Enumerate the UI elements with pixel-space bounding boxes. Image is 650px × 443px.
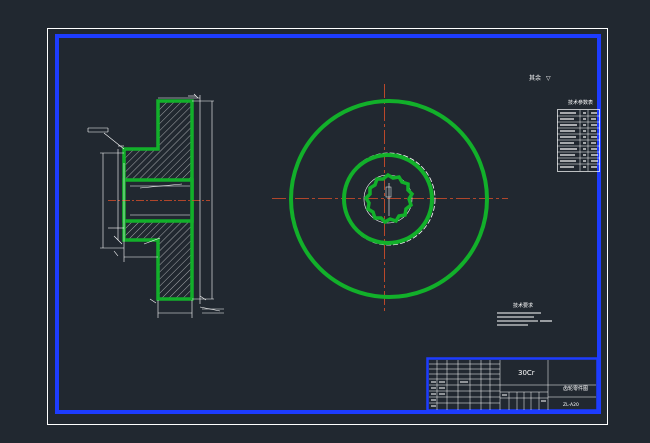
technical-requirements[interactable]: 技术要求 bbox=[497, 302, 552, 326]
roughness-note: 其余 ▽ bbox=[529, 74, 551, 82]
material-label: 30Cr bbox=[518, 369, 535, 377]
part-name-label: 齿轮零件图 bbox=[563, 385, 588, 392]
roughness-note-text: 其余 bbox=[529, 74, 541, 82]
parameter-table-title: 技术参数表 bbox=[568, 99, 593, 106]
gear-section-view[interactable] bbox=[87, 93, 224, 318]
drawing-number-label: ZL-A20 bbox=[563, 402, 579, 408]
title-block[interactable]: 30Cr 齿轮零件图 ZL-A20 bbox=[426, 357, 599, 412]
technical-requirements-lines bbox=[497, 312, 552, 326]
gear-front-view[interactable] bbox=[272, 84, 508, 312]
bore-dimension-label bbox=[385, 186, 392, 198]
hub-circle bbox=[342, 153, 434, 245]
gear-parameter-table[interactable]: 技术参数表 bbox=[557, 99, 600, 172]
title-block-entries bbox=[431, 381, 546, 407]
roughness-symbol-icon: ▽ bbox=[546, 75, 551, 82]
cad-drawing-canvas[interactable]: 其余 ▽ 技术参数表 技术要求 30Cr 齿轮零件图 ZL-A20 bbox=[0, 0, 650, 443]
technical-requirements-title: 技术要求 bbox=[513, 302, 533, 309]
